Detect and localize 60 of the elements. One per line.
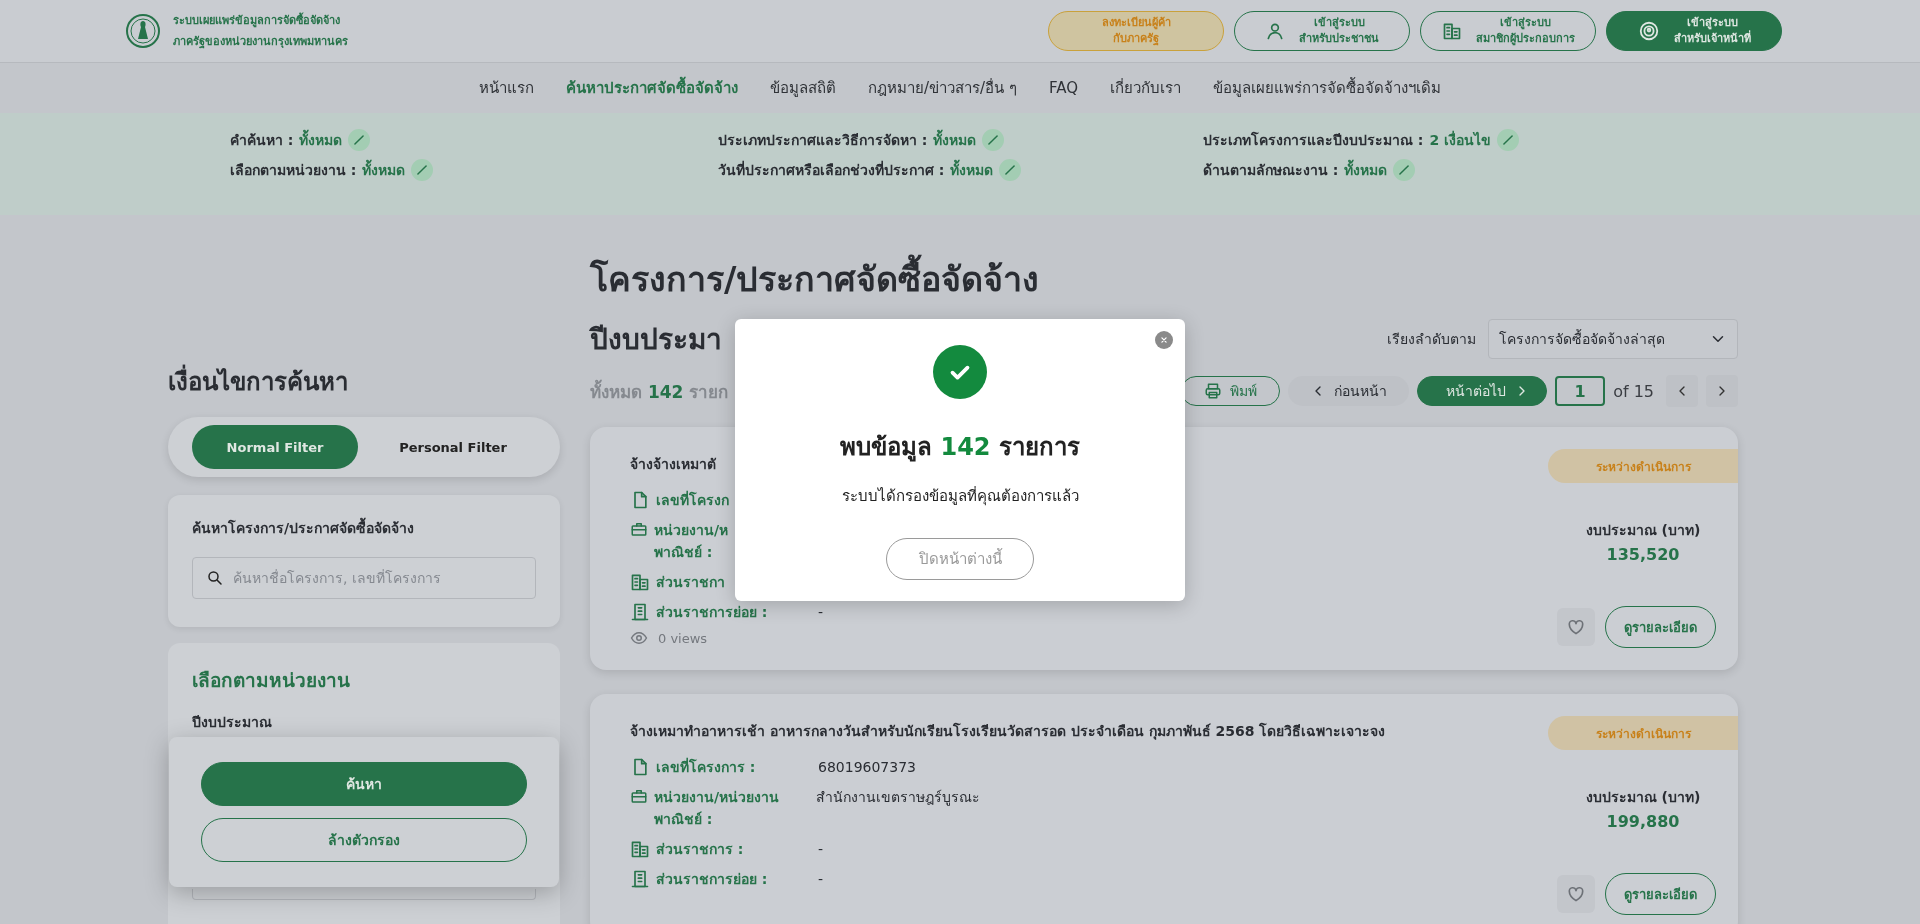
field-label: ส่วนราชการย่อย : <box>656 603 769 622</box>
field-label: ส่วนราชกา <box>656 573 726 592</box>
filter-value: 2 เงื่อนไข <box>1429 129 1492 150</box>
filter-label: เลือกตามหน่วยงาน : <box>230 161 357 180</box>
previous-button[interactable]: ก่อนหน้า <box>1288 376 1410 406</box>
nav-link[interactable]: ค้นหาประกาศจัดซื้อจัดจ้าง <box>566 76 738 100</box>
budget-label: งบประมาณ (บาท) <box>1585 788 1701 807</box>
status-badge: ระหว่างดำเนินการ <box>1548 716 1738 750</box>
field-label: ส่วนราชการ : <box>656 840 745 859</box>
field-label: เลขที่โครงก <box>656 489 730 510</box>
nav-link[interactable]: หน้าแรก <box>479 76 534 100</box>
budget-value: 135,520 <box>1606 545 1680 564</box>
filter-value: ทั้งหมด <box>933 129 977 151</box>
filter-label: คำค้นหา : <box>230 131 294 150</box>
field-label: เลขที่โครงการ : <box>656 756 757 777</box>
site-title: ระบบเผยแพร่ข้อมูลการจัดซื้อจัดจ้าง ภาครัฐของหน่วยงานกรุงเทพมหานคร <box>173 11 348 51</box>
field-value: - <box>818 870 824 889</box>
field-value: สำนักงานเขตราษฎร์บูรณะ <box>816 788 980 808</box>
dialog-heading: พบข้อมูล 142 รายการ <box>840 432 1080 464</box>
search-field[interactable]: ค้นหาชื่อโครงการ, เลขที่โครงการ <box>192 557 536 599</box>
field-value: - <box>818 840 824 859</box>
filter-value: ทั้งหมด <box>299 129 343 151</box>
filter-value: ทั้งหมด <box>950 159 994 181</box>
project-title[interactable]: จ้างเหมาทำอาหารเช้า อาหารกลางวันสำหรับนักเรียนโรงเรียนวัดสารอด ประจำเดือน กุมภาพันธ์ 2568 โดยวิธีเฉพาะเจาะจง <box>630 720 1548 742</box>
status-badge: ระหว่างดำเนินการ <box>1548 449 1738 483</box>
card-title: เลือกตามหน่วยงาน <box>192 668 351 693</box>
result-count: ทั้งหมด 142 รายก <box>590 378 729 404</box>
field-value: 68019607373 <box>818 758 916 777</box>
card-title: ค้นหาโครงการ/ประกาศจัดซื้อจัดจ้าง <box>192 517 536 539</box>
filter-label: วันที่ประกาศหรือเลือกช่วงที่ประกาศ : <box>718 159 945 180</box>
field-label: หน่วยงาน/ห พาณิชย์ : <box>654 521 730 562</box>
field-label: ส่วนราชการย่อย : <box>656 870 769 889</box>
field-value: - <box>818 603 824 622</box>
page-total: of 15 <box>1613 381 1654 401</box>
filter-label: ด้านตามลักษณะงาน : <box>1203 161 1339 180</box>
budget-label: งบประมาณ (บาท) <box>1585 521 1701 540</box>
sort-dropdown[interactable]: โครงการจัดซื้อจัดจ้างล่าสุด <box>1488 319 1738 359</box>
close-button[interactable]: ปิดหน้าต่างนี้ <box>886 538 1034 580</box>
nav-link[interactable]: ข้อมูลสถิติ <box>770 76 836 100</box>
login-button[interactable]: เข้าสู่ระบบ สำหรับเจ้าหน้าที่ <box>1606 11 1782 51</box>
section-heading: ปีงบประมา <box>590 322 722 358</box>
nav-link[interactable]: FAQ <box>1048 79 1078 97</box>
dialog-message: ระบบได้กรองข้อมูลที่คุณต้องการแล้ว <box>841 485 1079 508</box>
next-button[interactable]: หน้าต่อไป <box>1417 376 1548 406</box>
view-count: 0 views <box>658 630 708 646</box>
nav-link[interactable]: เกี่ยวกับเรา <box>1109 76 1181 100</box>
page-input[interactable]: 1 <box>1555 376 1606 406</box>
filter-tab[interactable]: Normal Filter <box>192 425 358 469</box>
filter-value: ทั้งหมด <box>362 159 406 181</box>
filter-label: ประเภทโครงการและปีงบประมาณ : <box>1203 130 1424 150</box>
filter-tab[interactable]: Personal Filter <box>370 425 536 469</box>
nav-link[interactable]: ข้อมูลเผยแพร่การจัดซื้อจัดจ้างฯเดิม <box>1212 76 1441 100</box>
field-label: ปีงบประมาณ <box>192 713 273 732</box>
sort-label: เรียงลำดับตาม <box>1387 330 1476 349</box>
filter-label: ประเภทประกาศและวิธีการจัดหา : <box>718 131 928 150</box>
budget-value: 199,880 <box>1606 812 1680 831</box>
field-label: หน่วยงาน/หน่วยงาน พาณิชย์ : <box>654 788 781 829</box>
filter-value: ทั้งหมด <box>1344 159 1388 181</box>
nav-link[interactable]: กฎหมาย/ข่าวสาร/อื่น ๆ <box>868 76 1017 100</box>
search-button[interactable]: ค้นหา <box>201 762 527 806</box>
